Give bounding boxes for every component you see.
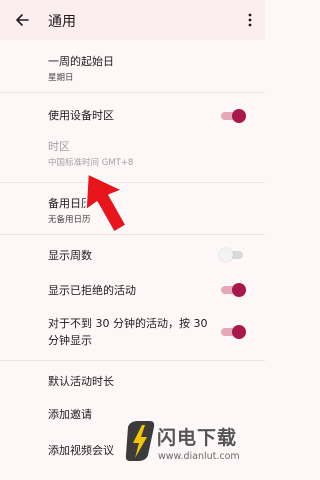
timezone-title: 时区 xyxy=(48,140,70,153)
week-start-title: 一周的起始日 xyxy=(48,55,114,68)
app-bar: 通用 xyxy=(0,0,265,40)
week-start-value: 星期日 xyxy=(48,73,74,83)
week-start-setting[interactable]: 一周的起始日 星期日 xyxy=(0,40,265,93)
watermark-name: 闪电下载 xyxy=(157,427,238,449)
show-declined-setting[interactable]: 显示已拒绝的活动 xyxy=(0,272,265,307)
add-video-title: 添加视频会议 xyxy=(48,444,114,457)
device-timezone-title: 使用设备时区 xyxy=(48,109,114,122)
lightning-logo-icon xyxy=(125,421,155,461)
device-timezone-switch[interactable] xyxy=(221,109,246,123)
default-duration-setting[interactable]: 默认活动时长 xyxy=(0,361,265,396)
page-title: 通用 xyxy=(48,14,76,30)
more-vert-icon[interactable] xyxy=(245,10,255,30)
watermark-url: www.dianlut.com xyxy=(158,451,240,462)
show-declined-title: 显示已拒绝的活动 xyxy=(48,284,136,297)
watermark: 闪电下载 www.dianlut.com xyxy=(118,415,265,480)
add-invites-title: 添加邀请 xyxy=(48,408,92,421)
show-week-number-switch[interactable] xyxy=(219,248,245,262)
device-timezone-setting[interactable]: 使用设备时区 xyxy=(0,93,265,131)
show-week-number-title: 显示周数 xyxy=(48,249,92,262)
short-events-switch[interactable] xyxy=(221,325,246,339)
red-pointer-arrow-icon xyxy=(85,173,127,233)
timezone-value: 中国标准时间 GMT+8 xyxy=(48,158,134,168)
default-duration-title: 默认活动时长 xyxy=(48,375,114,388)
short-events-setting[interactable]: 对于不到 30 分钟的活动，按 30 分钟显示 xyxy=(0,307,265,361)
short-events-title: 对于不到 30 分钟的活动，按 30 分钟显示 xyxy=(48,317,208,347)
show-declined-switch[interactable] xyxy=(221,283,246,297)
back-arrow-icon[interactable] xyxy=(12,10,32,30)
settings-list: 一周的起始日 星期日 使用设备时区 时区 中国标准时间 GMT+8 备用日历 无… xyxy=(0,40,265,469)
